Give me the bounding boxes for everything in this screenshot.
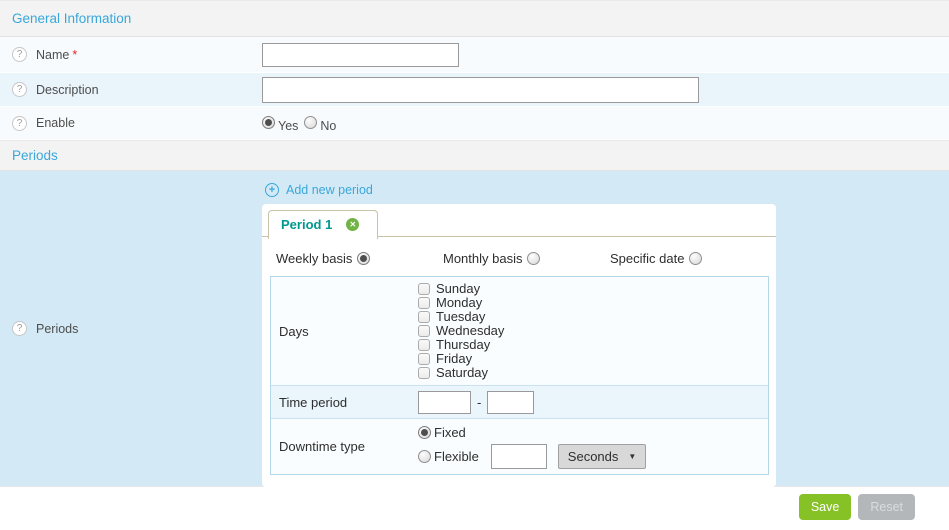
description-label-cell: ? Description	[0, 82, 262, 97]
downtime-type-row: Downtime type Fixed Flexible	[271, 418, 768, 474]
time-to-input[interactable]	[487, 391, 534, 414]
time-period-field: -	[418, 386, 534, 418]
section-title: General Information	[12, 11, 131, 26]
downtime-type-field: Fixed Flexible Seconds ▼	[418, 419, 646, 474]
periods-label: Periods	[36, 322, 78, 336]
help-icon[interactable]: ?	[12, 82, 27, 97]
days-row: Days Sunday Monday Tuesday Wednesday Thu…	[271, 277, 768, 385]
checkbox-icon[interactable]	[418, 325, 430, 337]
periods-content: + Add new period Period 1 ✕ Weekly basis…	[262, 171, 776, 486]
close-icon[interactable]: ✕	[346, 218, 359, 231]
description-input[interactable]	[262, 77, 699, 103]
enable-no-option[interactable]: No	[304, 116, 336, 130]
day-label: Wednesday	[436, 324, 504, 338]
weekly-basis-label: Weekly basis	[276, 251, 352, 266]
time-from-input[interactable]	[418, 391, 471, 414]
downtime-type-label: Downtime type	[271, 419, 418, 474]
days-field: Sunday Monday Tuesday Wednesday Thursday…	[418, 277, 504, 385]
time-period-row: Time period -	[271, 385, 768, 418]
period-panel: Period 1 ✕ Weekly basis Monthly basis Sp	[262, 204, 776, 487]
period-tab-strip: Period 1 ✕	[262, 204, 776, 237]
day-label: Tuesday	[436, 310, 485, 324]
weekly-basis-option[interactable]: Weekly basis	[276, 251, 443, 266]
day-label: Friday	[436, 352, 472, 366]
day-sunday[interactable]: Sunday	[418, 282, 504, 296]
day-friday[interactable]: Friday	[418, 352, 504, 366]
enable-yes-label: Yes	[278, 119, 298, 133]
radio-yes-icon[interactable]	[262, 116, 275, 129]
add-icon: +	[265, 183, 279, 197]
time-separator: -	[477, 395, 481, 410]
required-marker: *	[72, 48, 77, 62]
period-settings-table: Days Sunday Monday Tuesday Wednesday Thu…	[270, 276, 769, 475]
checkbox-icon[interactable]	[418, 311, 430, 323]
footer-actions: Save Reset	[0, 487, 949, 520]
section-title: Periods	[12, 148, 58, 163]
checkbox-icon[interactable]	[418, 353, 430, 365]
checkbox-icon[interactable]	[418, 367, 430, 379]
radio-fixed-icon[interactable]	[418, 426, 431, 439]
periods-row: ? Periods + Add new period Period 1 ✕ We…	[0, 171, 949, 487]
day-thursday[interactable]: Thursday	[418, 338, 504, 352]
day-label: Saturday	[436, 366, 488, 380]
days-checkbox-list: Sunday Monday Tuesday Wednesday Thursday…	[418, 282, 504, 380]
tab-label: Period 1	[281, 217, 332, 232]
description-label: Description	[36, 83, 99, 97]
name-label: Name*	[36, 48, 77, 62]
checkbox-icon[interactable]	[418, 339, 430, 351]
enable-row: ? Enable Yes No	[0, 107, 949, 140]
day-tuesday[interactable]: Tuesday	[418, 310, 504, 324]
help-icon[interactable]: ?	[12, 47, 27, 62]
period-tab-content: Weekly basis Monthly basis Specific date	[262, 237, 776, 487]
add-new-period-label: Add new period	[286, 183, 373, 197]
enable-radio-group: Yes No	[262, 116, 336, 130]
day-label: Sunday	[436, 282, 480, 296]
day-wednesday[interactable]: Wednesday	[418, 324, 504, 338]
flexible-label[interactable]: Flexible	[434, 449, 479, 464]
chevron-down-icon: ▼	[628, 452, 636, 461]
radio-no-icon[interactable]	[304, 116, 317, 129]
description-row: ? Description	[0, 73, 949, 107]
general-information-header: General Information	[0, 0, 949, 37]
name-input[interactable]	[262, 43, 459, 67]
radio-flexible-icon[interactable]	[418, 450, 431, 463]
reset-button[interactable]: Reset	[858, 494, 915, 520]
days-label: Days	[271, 277, 418, 385]
name-label-cell: ? Name*	[0, 47, 262, 62]
radio-weekly-icon[interactable]	[357, 252, 370, 265]
specific-date-option[interactable]: Specific date	[610, 251, 702, 266]
duration-unit-value: Seconds	[568, 449, 619, 464]
duration-unit-dropdown[interactable]: Seconds ▼	[558, 444, 647, 469]
periods-label-cell: ? Periods	[0, 171, 262, 486]
radio-specific-icon[interactable]	[689, 252, 702, 265]
radio-monthly-icon[interactable]	[527, 252, 540, 265]
enable-no-label: No	[320, 119, 336, 133]
help-icon[interactable]: ?	[12, 116, 27, 131]
add-new-period-link[interactable]: + Add new period	[265, 183, 373, 197]
tab-period-1[interactable]: Period 1 ✕	[268, 210, 378, 239]
day-saturday[interactable]: Saturday	[418, 366, 504, 380]
fixed-label: Fixed	[434, 425, 466, 440]
downtime-options: Fixed Flexible Seconds ▼	[418, 425, 646, 469]
help-icon[interactable]: ?	[12, 321, 27, 336]
day-monday[interactable]: Monday	[418, 296, 504, 310]
checkbox-icon[interactable]	[418, 297, 430, 309]
specific-date-label: Specific date	[610, 251, 684, 266]
monthly-basis-label: Monthly basis	[443, 251, 522, 266]
fixed-option[interactable]: Fixed	[418, 425, 646, 440]
periods-header: Periods	[0, 140, 949, 171]
day-label: Thursday	[436, 338, 490, 352]
name-row: ? Name*	[0, 37, 949, 73]
flexible-duration-input[interactable]	[491, 444, 547, 469]
flexible-option: Flexible Seconds ▼	[418, 444, 646, 469]
basis-radio-row: Weekly basis Monthly basis Specific date	[276, 251, 769, 266]
enable-label-cell: ? Enable	[0, 116, 262, 131]
save-button[interactable]: Save	[799, 494, 852, 520]
checkbox-icon[interactable]	[418, 283, 430, 295]
time-period-label: Time period	[271, 386, 418, 418]
day-label: Monday	[436, 296, 482, 310]
enable-label: Enable	[36, 116, 75, 130]
enable-yes-option[interactable]: Yes	[262, 116, 298, 130]
monthly-basis-option[interactable]: Monthly basis	[443, 251, 610, 266]
